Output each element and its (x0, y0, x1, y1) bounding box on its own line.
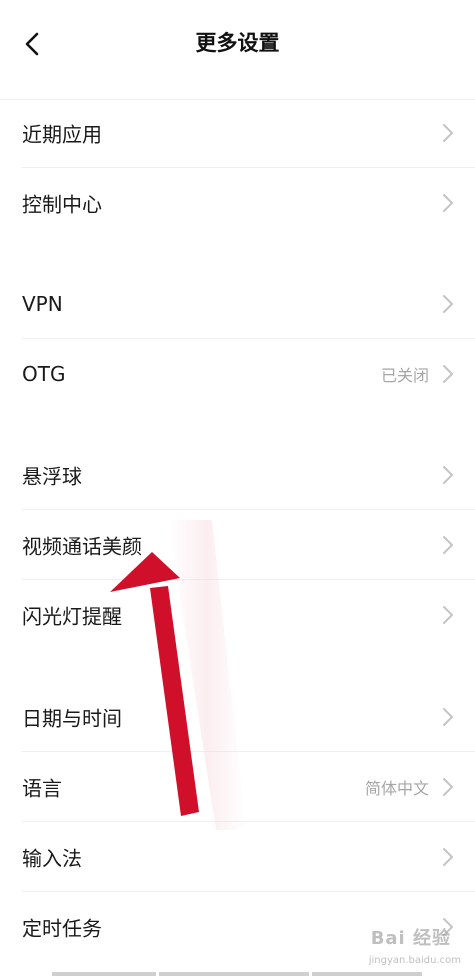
settings-item-label: 输入法 (22, 846, 82, 871)
chevron-right-icon (443, 365, 453, 383)
chevron-right-icon (443, 848, 453, 866)
chevron-right-icon (443, 708, 453, 726)
settings-item-label: 日期与时间 (22, 706, 122, 731)
settings-item-date-time[interactable]: 日期与时间 (0, 682, 475, 752)
settings-item-floating-ball[interactable]: 悬浮球 (0, 440, 475, 510)
chevron-right-icon (443, 194, 453, 212)
bottom-strip (0, 970, 475, 976)
bottom-strip-segment (312, 972, 422, 976)
page-title: 更多设置 (195, 31, 280, 55)
settings-item-control-center[interactable]: 控制中心 (0, 168, 475, 238)
settings-item-value: 已关闭 (380, 366, 429, 385)
chevron-right-icon (443, 124, 453, 142)
settings-item-input-method[interactable]: 输入法 (0, 822, 475, 892)
chevron-right-icon (443, 778, 453, 796)
settings-item-language[interactable]: 语言 简体中文 (0, 752, 475, 822)
settings-item-label: 定时任务 (22, 916, 102, 941)
settings-item-flash-reminder[interactable]: 闪光灯提醒 (0, 580, 475, 650)
settings-item-vpn[interactable]: VPN (0, 269, 475, 339)
chevron-right-icon (443, 606, 453, 624)
settings-item-video-call-beauty[interactable]: 视频通话美颜 (0, 510, 475, 580)
settings-screen: 更多设置 近期应用 控制中心 VPN OTG 已关闭 悬浮球 视频通话美颜 闪光… (0, 0, 475, 976)
settings-item-recent-apps[interactable]: 近期应用 (0, 98, 475, 168)
chevron-right-icon (443, 466, 453, 484)
settings-item-label: VPN (22, 292, 63, 316)
settings-item-label: 闪光灯提醒 (22, 604, 122, 629)
settings-item-label: 近期应用 (22, 122, 102, 147)
top-bar: 更多设置 (0, 0, 475, 84)
settings-item-label: 语言 (22, 776, 62, 801)
chevron-right-icon (443, 295, 453, 313)
settings-item-value: 简体中文 (364, 779, 429, 798)
watermark-logo: Bai 经验 (370, 928, 451, 949)
settings-item-label: 悬浮球 (22, 464, 82, 489)
bottom-strip-segment (159, 972, 309, 976)
chevron-right-icon (443, 536, 453, 554)
settings-item-label: OTG (22, 362, 66, 386)
watermark-url: jingyan.baidu.com (368, 955, 461, 966)
settings-item-otg[interactable]: OTG 已关闭 (0, 339, 475, 409)
bottom-strip-segment (52, 972, 156, 976)
settings-item-label: 视频通话美颜 (22, 534, 142, 559)
settings-item-label: 控制中心 (22, 192, 102, 217)
